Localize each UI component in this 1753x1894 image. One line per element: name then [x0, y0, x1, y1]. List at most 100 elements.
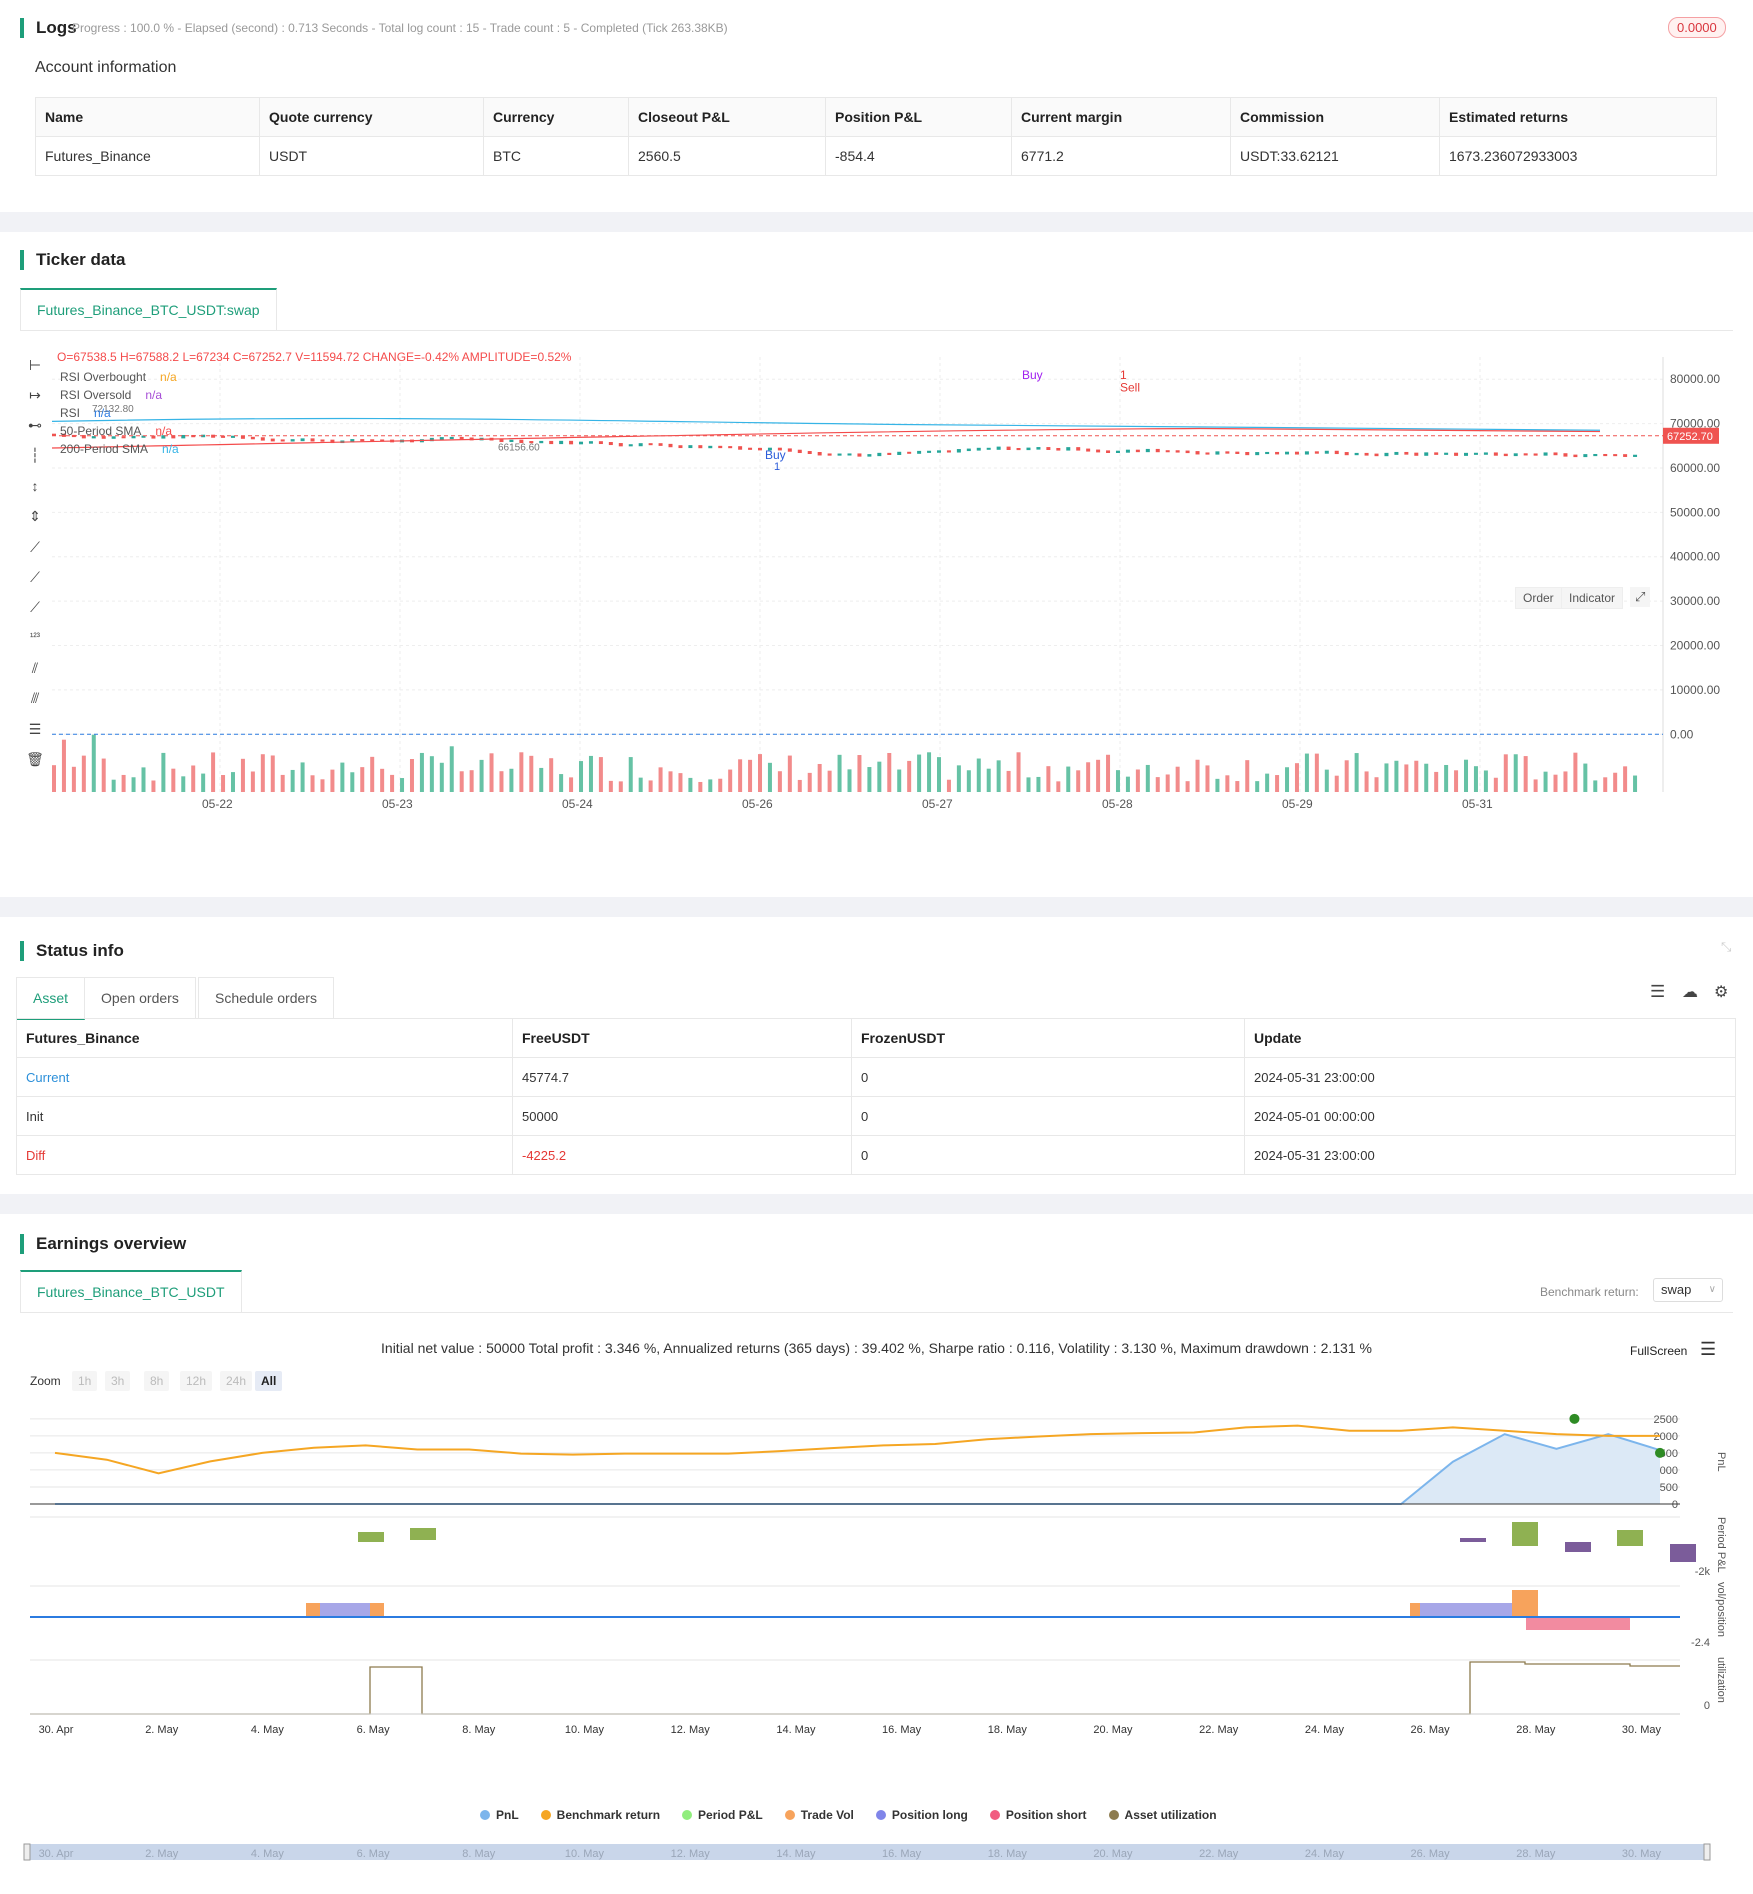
zoom-All-button[interactable]: All: [255, 1371, 283, 1391]
legend-item[interactable]: Position long: [875, 1808, 968, 1822]
tab-schedule-orders[interactable]: Schedule orders: [198, 977, 334, 1018]
fullscreen-button[interactable]: FullScreen: [1630, 1344, 1687, 1358]
legend-item[interactable]: 50-Period SMA n/a: [60, 422, 179, 440]
volume-bar: [1414, 760, 1419, 792]
navigator[interactable]: 30. Apr 2. May 4. May 6. May 8. May 10. May 12…: [0, 1842, 1753, 1866]
candle: [290, 439, 295, 442]
candlestick-chart[interactable]: 80000.0070000.0060000.0050000.0040000.00…: [0, 337, 1753, 857]
navigator-date-label: 16. May: [882, 1848, 922, 1860]
legend-item[interactable]: RSI Overbought n/a: [60, 368, 179, 386]
buy-marker-count: 1: [774, 461, 780, 473]
volume-bar: [469, 770, 474, 792]
candle: [1334, 450, 1339, 455]
candle: [1056, 447, 1061, 451]
legend-item[interactable]: Asset utilization: [1108, 1808, 1217, 1822]
volume-bar: [1583, 763, 1588, 792]
legend-name: 200-Period SMA: [60, 442, 149, 456]
volume-bar: [1573, 752, 1578, 792]
legend-item[interactable]: Position short: [989, 1808, 1087, 1822]
volume-bar: [1155, 777, 1160, 792]
volume-bar: [718, 778, 723, 792]
legend-marker-icon: [989, 1810, 1000, 1820]
zoom-3h-button[interactable]: 3h: [105, 1371, 131, 1391]
volume-bar: [976, 758, 981, 792]
cloud-icon[interactable]: ☁: [1682, 982, 1698, 1002]
cell: 2024-05-31 23:00:00: [1244, 1135, 1736, 1175]
legend-item[interactable]: PnL: [480, 1808, 519, 1822]
legend-label: Position short: [1005, 1808, 1087, 1822]
period-pnl-bar: [1670, 1544, 1696, 1562]
candle: [817, 452, 822, 456]
volume-bar: [1354, 753, 1359, 792]
volume-bar: [1304, 753, 1309, 792]
date-tick-label: 8. May: [462, 1724, 496, 1736]
col-frozen-usdt: FrozenUSDT: [851, 1018, 1245, 1058]
volume-bar: [1454, 770, 1459, 792]
benchmark-label: Benchmark return:: [1540, 1285, 1639, 1299]
menu-icon[interactable]: ☰: [1700, 1339, 1716, 1360]
legend-item[interactable]: RSI n/a: [60, 404, 179, 422]
last-price-label: 67252.70: [1667, 431, 1713, 443]
volume-bar: [1404, 764, 1409, 792]
tab-open-orders[interactable]: Open orders: [84, 977, 196, 1018]
date-tick-label: 30. Apr: [39, 1724, 74, 1736]
volume-bar: [837, 754, 842, 792]
legend-item[interactable]: Period P&L: [682, 1808, 763, 1822]
legend-item[interactable]: Trade Vol: [784, 1808, 854, 1822]
expand-icon[interactable]: ⤢: [1630, 587, 1651, 607]
row-label-current: Current: [16, 1057, 513, 1097]
position-short-bar: [1526, 1617, 1630, 1630]
pnl-tick-label: 500: [1660, 1482, 1678, 1494]
candle: [877, 452, 882, 457]
candle: [1454, 452, 1459, 456]
volume-bar: [1135, 769, 1140, 792]
earnings-chart[interactable]: 25002000150010005000PnL-2k Period P&L-2.4…: [0, 1402, 1753, 1862]
legend-item[interactable]: RSI Oversold n/a: [60, 386, 179, 404]
candle: [847, 453, 852, 456]
volume-bar: [181, 776, 186, 792]
volume-bar: [1543, 771, 1548, 792]
volume-bar: [797, 779, 802, 792]
volume-bar: [1046, 766, 1051, 792]
order-button[interactable]: Order: [1515, 587, 1562, 609]
zoom-8h-button[interactable]: 8h: [144, 1371, 170, 1391]
candle: [1344, 452, 1349, 456]
volume-bar: [1344, 760, 1349, 792]
tab-earnings-symbol[interactable]: Futures_Binance_BTC_USDT: [20, 1270, 242, 1312]
candle: [608, 442, 613, 446]
zoom-12h-button[interactable]: 12h: [180, 1371, 213, 1391]
candle: [718, 445, 723, 449]
navigator-date-label: 4. May: [251, 1848, 285, 1860]
list-icon[interactable]: ☰: [1650, 982, 1665, 1002]
volume-bar: [678, 773, 683, 792]
volume-bar: [1066, 766, 1071, 792]
navigator-date-label: 26. May: [1411, 1848, 1451, 1860]
period-pnl-bar: [1512, 1522, 1538, 1546]
zoom-1h-button[interactable]: 1h: [72, 1371, 98, 1391]
cell: USDT: [259, 136, 484, 176]
legend-label: Trade Vol: [800, 1808, 854, 1822]
tab-ticker-symbol[interactable]: Futures_Binance_BTC_USDT:swap: [20, 288, 277, 330]
benchmark-select[interactable]: swap ∨: [1653, 1278, 1723, 1302]
volume-bar: [588, 755, 593, 792]
indicator-button[interactable]: Indicator: [1561, 587, 1624, 609]
legend-item[interactable]: Benchmark return: [540, 1808, 660, 1822]
collapse-icon[interactable]: ⤡: [1721, 939, 1731, 955]
volume-bar: [1374, 777, 1379, 792]
volume-bar: [1633, 775, 1638, 792]
candle: [807, 451, 812, 455]
row-label-diff: Diff: [16, 1135, 513, 1175]
candle: [1135, 449, 1140, 453]
chevron-down-icon: ∨: [1708, 1284, 1716, 1295]
zoom-24h-button[interactable]: 24h: [220, 1371, 253, 1391]
gear-icon[interactable]: ⚙: [1714, 982, 1728, 1002]
candle: [1354, 452, 1359, 456]
candle: [1195, 451, 1200, 455]
tab-asset[interactable]: Asset: [16, 977, 86, 1020]
legend-item[interactable]: 200-Period SMA n/a: [60, 440, 179, 458]
candle: [1603, 453, 1608, 457]
price-tick-label: 30000.00: [1670, 594, 1720, 608]
date-tick-label: 18. May: [988, 1724, 1028, 1736]
candle: [1384, 452, 1389, 457]
navigator-date-label: 14. May: [776, 1848, 816, 1860]
